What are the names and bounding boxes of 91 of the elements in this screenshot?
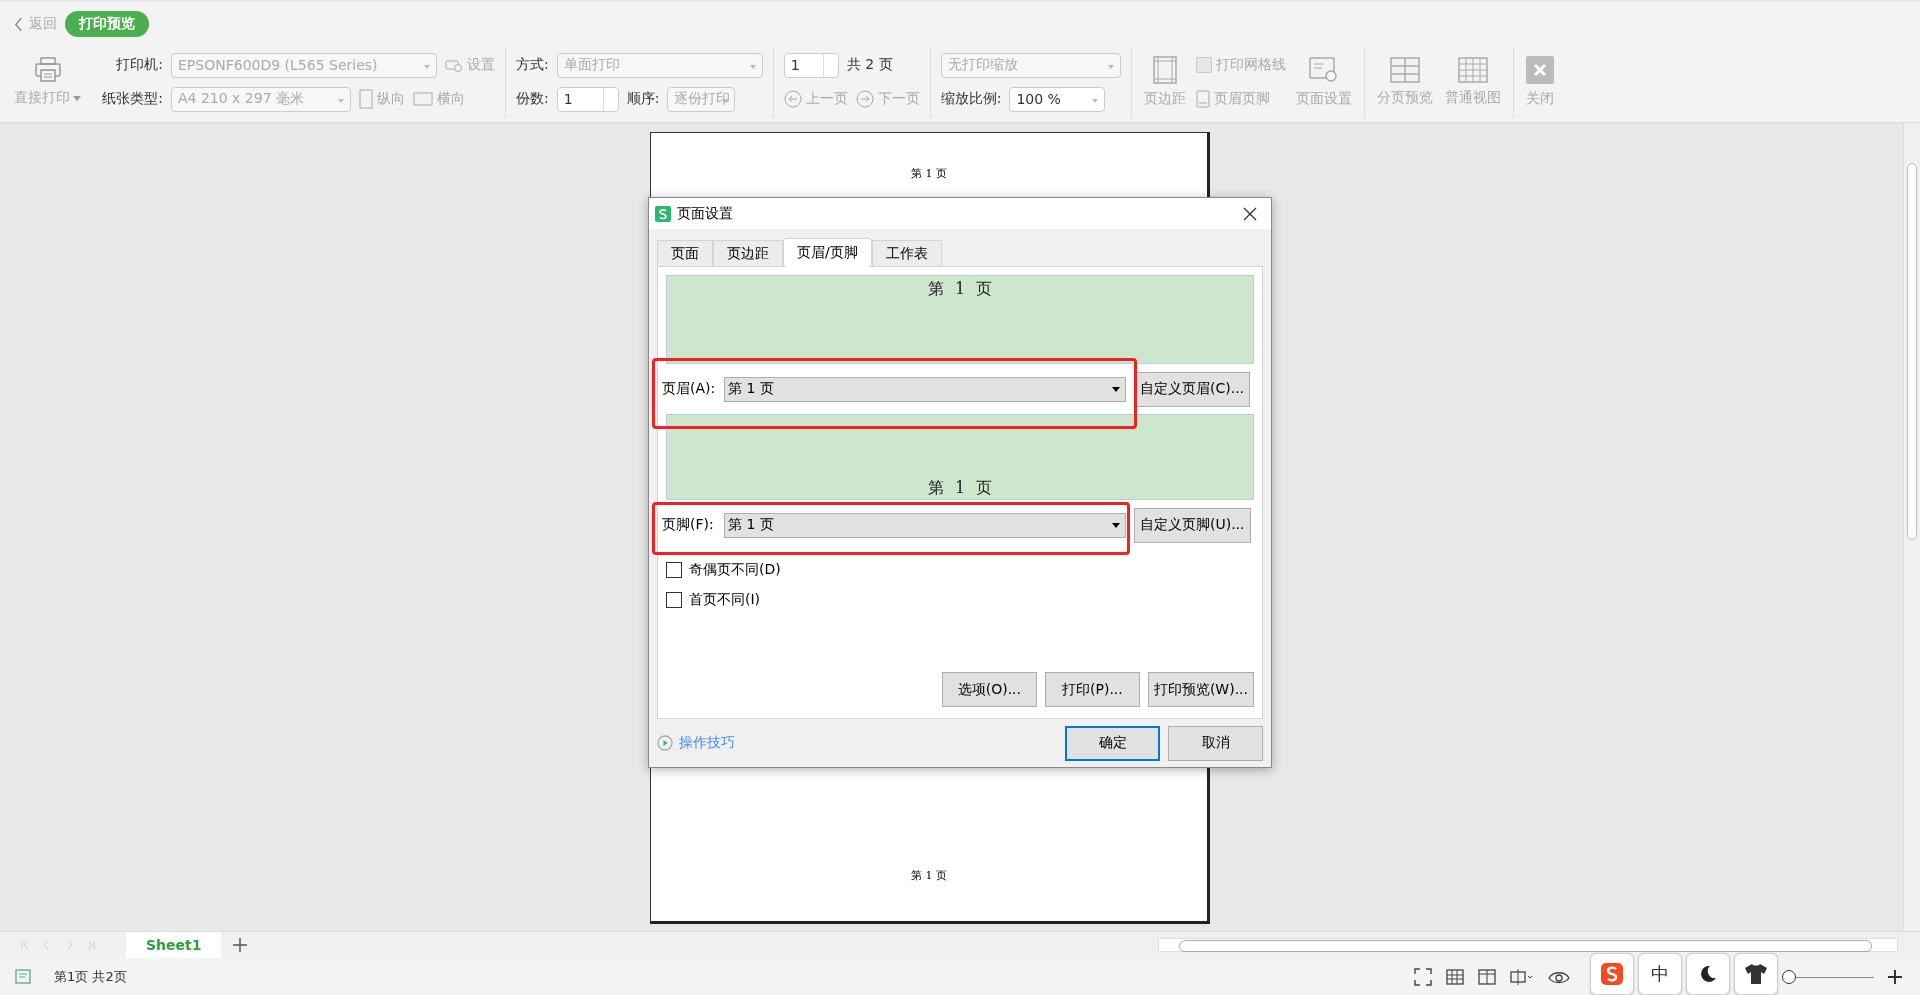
dialog-button[interactable]: 打印(P)...	[1044, 672, 1140, 707]
settings-button[interactable]: 设置	[445, 56, 495, 74]
close-button[interactable]: 关闭	[1523, 56, 1556, 108]
copies-spinner[interactable]: 1	[556, 86, 619, 112]
vertical-scrollbar[interactable]	[1903, 123, 1920, 931]
paper-type-label: 纸张类型:	[101, 90, 163, 108]
zoom-ratio-label: 缩放比例:	[940, 90, 1002, 108]
moon-icon	[1698, 964, 1718, 984]
checkbox-label: 首页不同(I)	[689, 591, 761, 609]
page-number-spinner[interactable]: 1	[783, 52, 839, 78]
close-icon	[1525, 56, 1554, 84]
app-logo-icon	[655, 205, 671, 222]
circle-arrow-left-icon	[783, 90, 802, 108]
header-preview-text: 第 1 页	[927, 279, 993, 300]
night-mode-key[interactable]	[1686, 953, 1730, 995]
ok-button[interactable]: 确定	[1065, 725, 1160, 761]
circle-arrow-right-icon	[855, 90, 874, 108]
printer-dropdown[interactable]: EPSONF600D9 (L565 Series)	[171, 52, 437, 78]
copies-label: 份数:	[516, 90, 549, 108]
checkbox[interactable]	[666, 592, 682, 608]
footer-label: 页脚(F):	[662, 516, 715, 534]
direct-print-button[interactable]: 直接打印	[12, 57, 83, 107]
table-icon[interactable]	[1446, 967, 1464, 986]
input-method-logo-key[interactable]	[1590, 953, 1634, 995]
previous-page-button[interactable]: 上一页	[783, 90, 848, 108]
header-label: 页眉(A):	[662, 380, 717, 398]
play-circle-icon	[657, 735, 673, 751]
header-dropdown[interactable]: 第 1 页	[724, 376, 1126, 402]
document-icon	[14, 967, 34, 986]
checkbox[interactable]	[666, 562, 682, 578]
page-margins-icon	[1151, 56, 1178, 84]
next-page-button[interactable]: 下一页	[855, 90, 920, 108]
footer-dropdown[interactable]: 第 1 页	[724, 512, 1126, 538]
grid-icon	[1389, 57, 1420, 83]
split-view-icon[interactable]	[1510, 967, 1534, 986]
zoom-ratio-dropdown[interactable]: 100 %	[1009, 86, 1106, 112]
portrait-button[interactable]: 纵向	[359, 89, 405, 109]
page-setup-button[interactable]: 页面设置	[1293, 56, 1354, 108]
dialog-button[interactable]: 打印预览(W)...	[1147, 672, 1254, 707]
option-checkbox[interactable]: 首页不同(I)	[666, 586, 1254, 614]
method-label: 方式:	[516, 56, 549, 74]
dialog-tab[interactable]: 页边距	[713, 240, 783, 266]
landscape-page-icon	[413, 92, 433, 106]
table-icon	[1457, 57, 1488, 83]
paper-type-dropdown[interactable]: A4 210 x 297 毫米	[171, 86, 351, 112]
landscape-button[interactable]: 横向	[413, 90, 465, 108]
margins-button[interactable]: 页边距	[1141, 56, 1188, 108]
sheet-tab[interactable]: Sheet1	[126, 932, 222, 958]
slider-thumb[interactable]	[1781, 970, 1796, 984]
s-logo-icon	[1600, 962, 1624, 986]
page-count-text: 第1页 共2页	[54, 967, 127, 986]
dialog-tab[interactable]: 页眉/页脚	[783, 238, 872, 267]
view-button[interactable]: 分页预览	[1374, 57, 1435, 107]
tips-link[interactable]: 操作技巧	[657, 734, 1057, 752]
dialog-tab[interactable]: 页面	[657, 240, 713, 266]
close-icon	[1243, 206, 1257, 221]
dialog-tab[interactable]: 工作表	[871, 240, 942, 266]
back-button[interactable]: 返回	[14, 15, 57, 33]
portrait-page-icon	[359, 89, 373, 109]
order-label: 顺序:	[626, 90, 660, 108]
cancel-button[interactable]: 取消	[1168, 725, 1263, 761]
footer-preview-text: 第 1 页	[927, 478, 993, 499]
order-dropdown[interactable]: 逐份打印	[667, 86, 736, 112]
mode-badge: 打印预览	[65, 11, 149, 37]
input-mode-key[interactable]: 中	[1638, 953, 1682, 995]
columns-icon[interactable]	[1478, 967, 1496, 986]
page-icon	[1195, 90, 1210, 108]
dialog-title: 页面设置	[677, 204, 734, 223]
plus-icon[interactable]	[1888, 969, 1902, 984]
page-header-text: 第 1 页	[911, 166, 947, 181]
option-checkbox[interactable]: 奇偶页不同(D)	[666, 556, 1254, 584]
view-button[interactable]: 普通视图	[1442, 57, 1503, 107]
caret-down-icon	[73, 95, 81, 101]
checkbox-label: 奇偶页不同(D)	[689, 561, 781, 579]
printer-icon	[33, 57, 62, 83]
total-pages-text: 共 2 页	[846, 56, 893, 74]
custom-footer-button[interactable]: 自定义页脚(U)...	[1134, 507, 1251, 543]
chevron-left-icon	[14, 16, 23, 32]
skin-key[interactable]	[1734, 953, 1778, 995]
horizontal-scrollbar[interactable]	[1158, 938, 1898, 952]
printer-label: 打印机:	[115, 56, 163, 74]
print-gridlines-checkbox[interactable]: 打印网格线	[1195, 56, 1286, 74]
custom-header-button[interactable]: 自定义页眉(C)...	[1134, 371, 1251, 407]
add-sheet-icon[interactable]	[233, 938, 248, 952]
header-footer-button[interactable]: 页眉页脚	[1195, 90, 1270, 108]
fullscreen-icon[interactable]	[1414, 967, 1432, 986]
page-footer-text: 第 1 页	[911, 868, 947, 883]
shirt-icon	[1744, 963, 1768, 985]
scaling-dropdown[interactable]: 无打印缩放	[940, 52, 1121, 78]
method-dropdown[interactable]: 单面打印	[556, 52, 763, 78]
dialog-button[interactable]: 选项(O)...	[941, 672, 1037, 707]
